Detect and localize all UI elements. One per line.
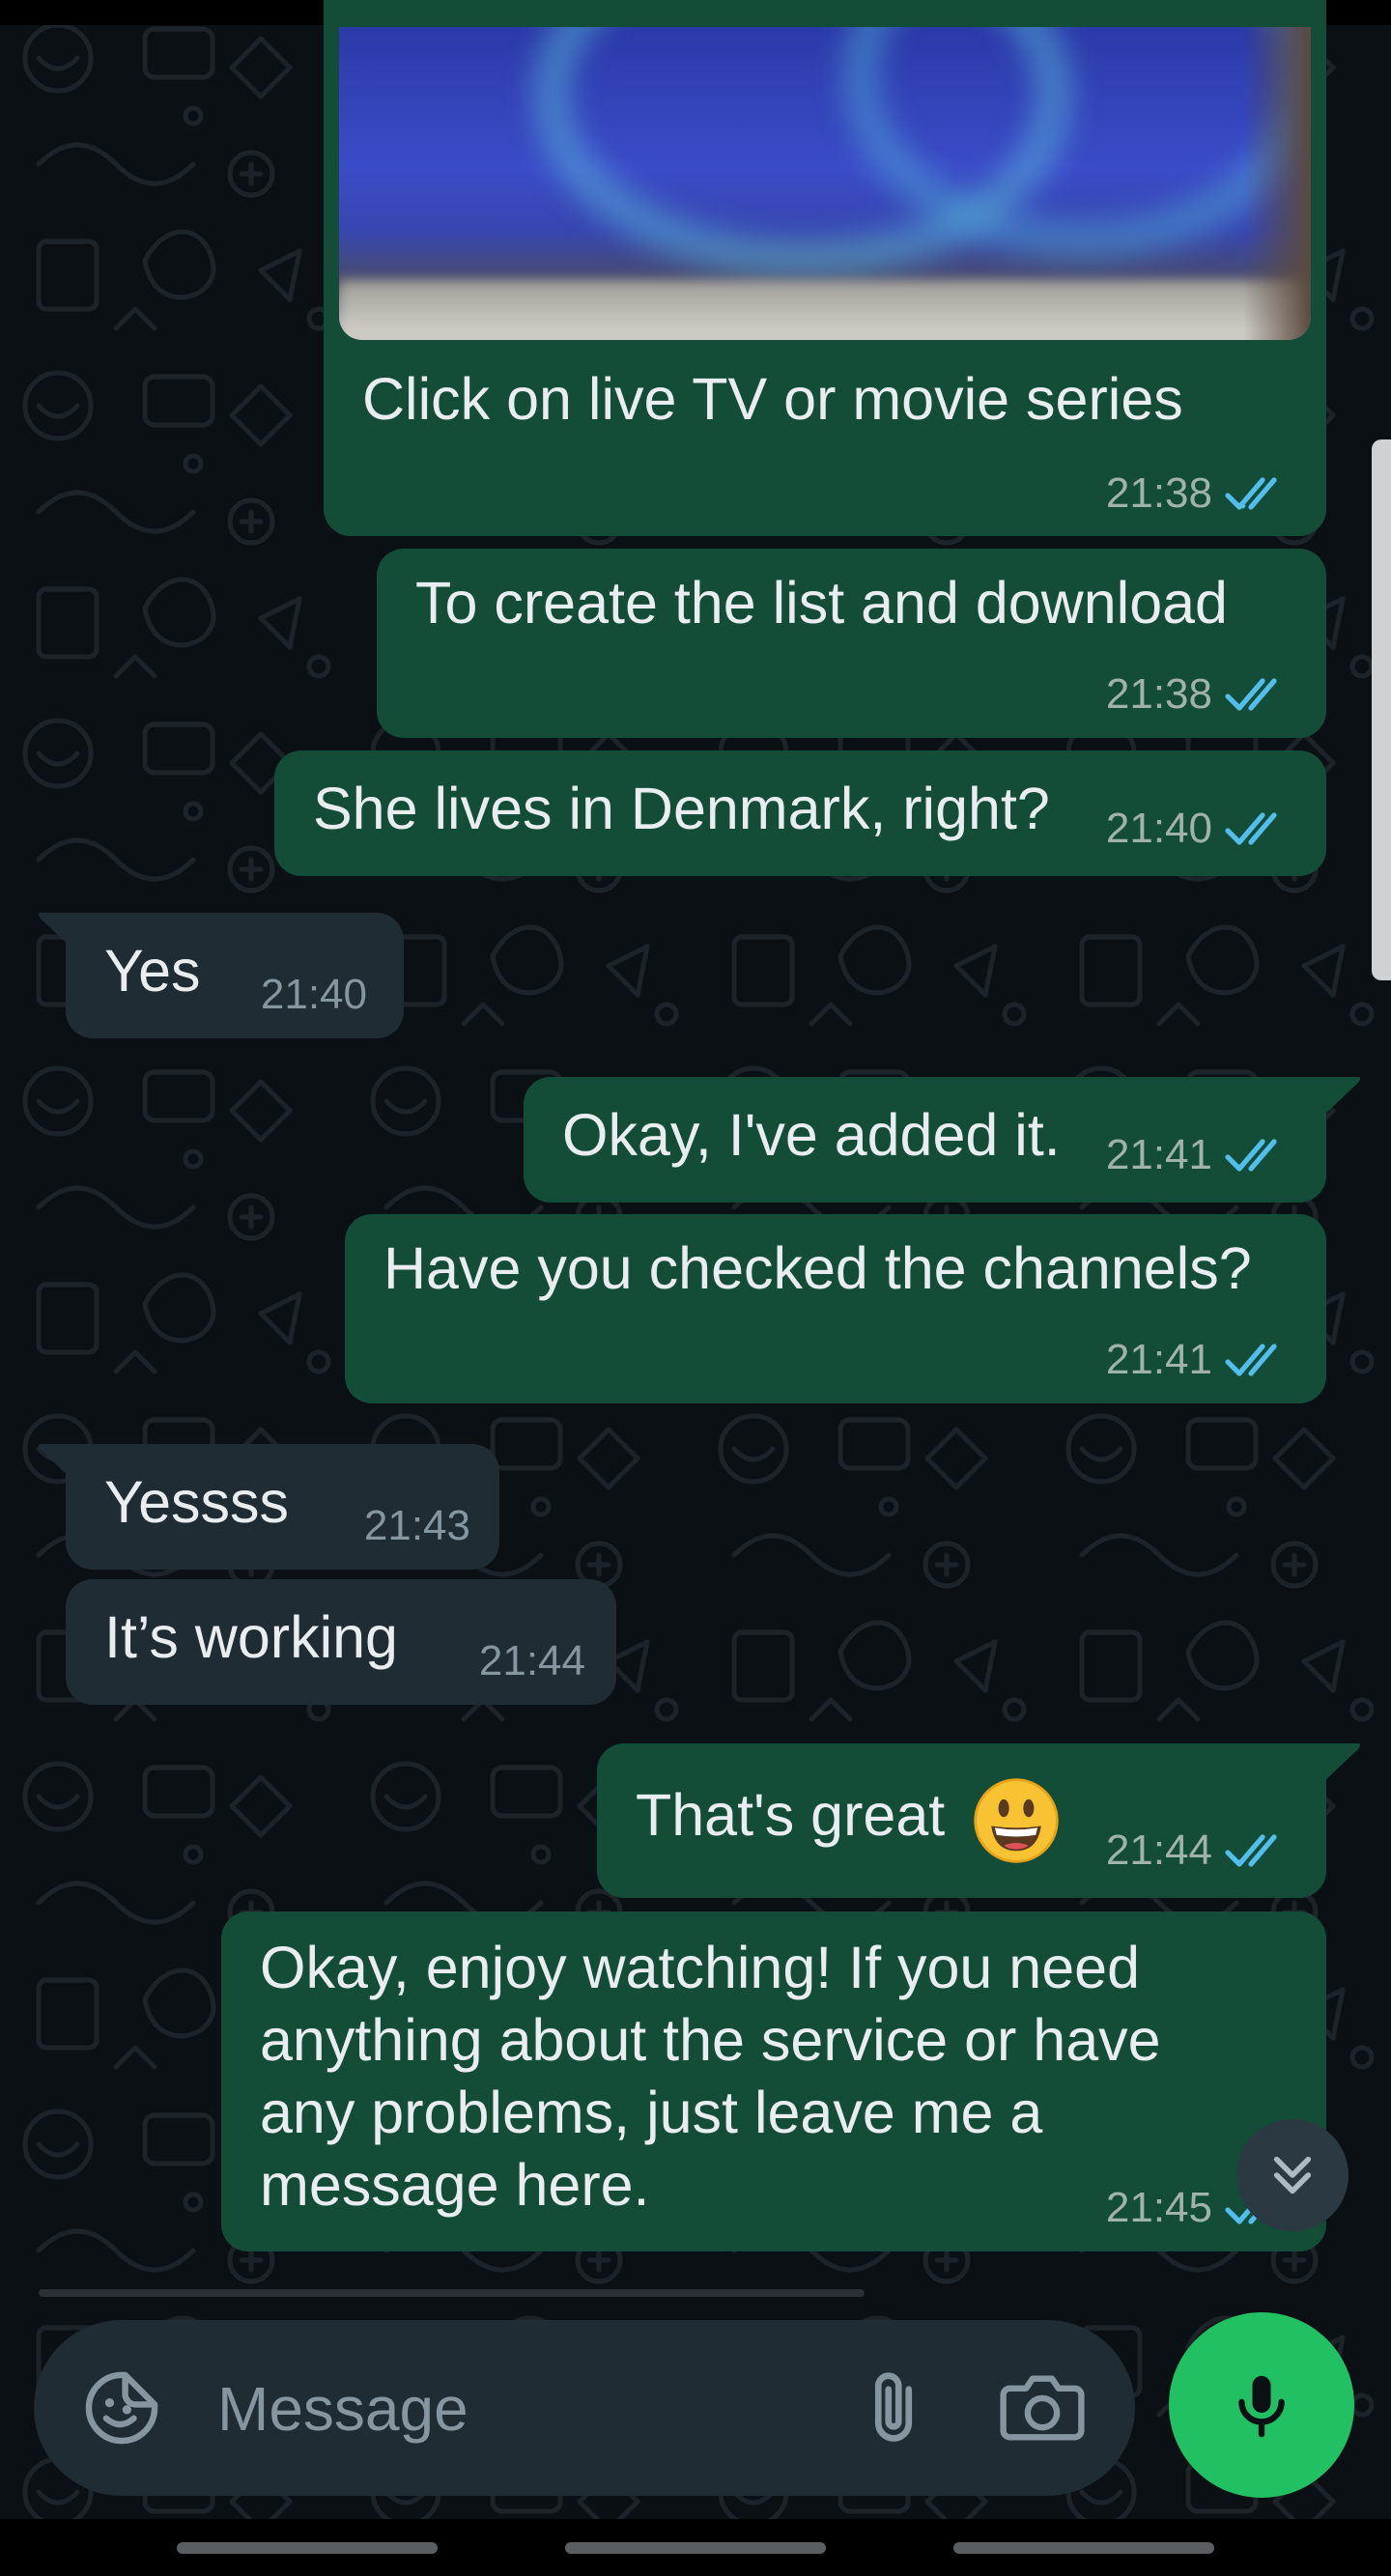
message-text-line: Okay, enjoy watching! If you need — [260, 1935, 1141, 2000]
nav-home[interactable] — [565, 2542, 826, 2554]
double-check-icon — [1225, 1344, 1277, 1376]
message-meta: 21:43 — [364, 1502, 470, 1550]
double-check-icon — [1225, 812, 1277, 845]
message-composer — [34, 2320, 1135, 2496]
paperclip-icon[interactable] — [853, 2363, 934, 2453]
nav-back[interactable] — [953, 2542, 1214, 2554]
bubble-tail — [1323, 1077, 1360, 1116]
message-text-line: anything about the service or have — [260, 2007, 1161, 2073]
double-check-icon — [1225, 678, 1277, 711]
image-message-bubble[interactable]: Click on live TV or movie series 21:38 — [324, 0, 1326, 536]
image-caption: Click on live TV or movie series — [362, 366, 1183, 432]
message-meta: 21:38 — [1106, 670, 1290, 719]
double-check-icon — [1225, 1834, 1277, 1867]
grinning-face-emoji — [974, 1778, 1059, 1863]
message-time: 21:43 — [363, 1502, 470, 1549]
message-meta: 21:41 — [1106, 1131, 1290, 1179]
message-meta: 21:44 — [479, 1637, 585, 1685]
message-meta: 21:41 — [1106, 1336, 1290, 1384]
message-time: 21:38 — [1105, 469, 1212, 517]
incoming-message-bubble[interactable]: It’s working 21:44 — [66, 1579, 616, 1705]
message-meta: 21:40 — [1106, 805, 1290, 853]
image-thumbnail[interactable] — [339, 27, 1311, 340]
nav-recent-apps[interactable] — [177, 2542, 438, 2554]
message-time: 21:41 — [1105, 1131, 1212, 1178]
message-time: 21:38 — [1105, 670, 1212, 718]
message-text: To create the list and download — [415, 570, 1228, 636]
message-time: 21:45 — [1105, 2184, 1212, 2231]
message-text: Yessss — [104, 1469, 290, 1535]
outgoing-message-bubble[interactable]: Okay, enjoy watching! If you need anythi… — [221, 1911, 1326, 2251]
scroll-to-bottom-button[interactable] — [1236, 2119, 1348, 2231]
message-text: She lives in Denmark, right? — [313, 776, 1050, 841]
camera-icon[interactable] — [1000, 2372, 1085, 2444]
message-text: That's great — [636, 1782, 946, 1848]
outgoing-message-bubble[interactable]: Have you checked the channels? 21:41 — [345, 1214, 1326, 1403]
message-meta: 21:38 — [1106, 469, 1290, 518]
scrollbar[interactable] — [1372, 439, 1391, 980]
message-time: 21:44 — [1105, 1826, 1212, 1874]
bubble-tail — [1323, 1743, 1360, 1782]
incoming-message-bubble[interactable]: Yessss 21:43 — [66, 1444, 499, 1570]
outgoing-message-bubble[interactable]: That's great 21:44 — [597, 1743, 1326, 1898]
message-text: Okay, I've added it. — [562, 1102, 1061, 1168]
system-navigation-bar — [0, 2519, 1391, 2576]
message-meta: 21:44 — [1106, 1826, 1290, 1875]
message-text: It’s working — [104, 1604, 398, 1670]
microphone-icon — [1238, 2375, 1285, 2438]
chat-screen: Click on live TV or movie series 21:38 T… — [0, 0, 1391, 2576]
divider — [39, 2289, 865, 2297]
message-input[interactable] — [215, 2355, 818, 2463]
double-check-icon — [1225, 477, 1277, 510]
message-time: 21:40 — [1105, 805, 1212, 852]
message-time: 21:41 — [1105, 1336, 1212, 1383]
message-time: 21:40 — [260, 971, 367, 1018]
message-text-line: message here. — [260, 2152, 650, 2218]
outgoing-message-bubble[interactable]: To create the list and download 21:38 — [377, 549, 1326, 738]
message-time: 21:44 — [478, 1637, 585, 1684]
outgoing-message-bubble[interactable]: She lives in Denmark, right? 21:40 — [274, 750, 1326, 876]
double-check-icon — [1225, 1139, 1277, 1172]
message-meta: 21:40 — [261, 971, 367, 1019]
sticker-smiley-icon[interactable] — [80, 2366, 163, 2449]
incoming-message-bubble[interactable]: Yes 21:40 — [66, 913, 404, 1038]
voice-message-button[interactable] — [1169, 2312, 1354, 2498]
message-text: Yes — [104, 938, 201, 1004]
message-text: Have you checked the channels? — [383, 1235, 1252, 1301]
message-text-line: any problems, just leave me a — [260, 2080, 1043, 2145]
outgoing-message-bubble[interactable]: Okay, I've added it. 21:41 — [524, 1077, 1326, 1203]
double-chevron-down-icon — [1273, 2156, 1312, 2194]
